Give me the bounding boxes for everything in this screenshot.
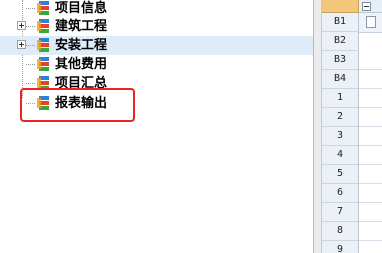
grid-cell[interactable] — [359, 146, 382, 165]
grid-cell[interactable] — [359, 184, 382, 203]
row-header[interactable]: B3 — [322, 51, 359, 70]
grid-cell[interactable] — [359, 51, 382, 70]
row-header[interactable]: 8 — [322, 222, 359, 241]
grid-cell[interactable] — [359, 89, 382, 108]
tree-branch-line — [26, 83, 35, 84]
grid-cell[interactable] — [359, 127, 382, 146]
stack-icon — [37, 19, 49, 33]
column-header-button[interactable] — [366, 16, 376, 28]
row-header[interactable]: B2 — [322, 32, 359, 51]
row-header[interactable]: 4 — [322, 146, 359, 165]
tree-branch-line — [26, 45, 35, 46]
data-grid: B1 B2 B3 B4 1 2 3 4 5 6 7 8 9 — [322, 0, 382, 253]
project-tree: 项目信息 建筑工程 安装工程 其他费用 项目汇总 报表输出 — [0, 0, 313, 253]
row-header[interactable]: 1 — [322, 89, 359, 108]
row-header[interactable]: 5 — [322, 165, 359, 184]
grid-cell[interactable] — [359, 165, 382, 184]
tree-node-installation[interactable]: 安装工程 — [0, 36, 313, 55]
tree-node-project-info[interactable]: 项目信息 — [0, 0, 313, 18]
row-header[interactable]: B4 — [322, 70, 359, 89]
row-header[interactable]: 9 — [322, 241, 359, 253]
grid-corner-cell[interactable] — [322, 0, 359, 13]
tree-node-label: 其他费用 — [55, 57, 108, 72]
grid-cell[interactable] — [359, 108, 382, 127]
stack-icon — [37, 57, 49, 71]
expand-icon[interactable] — [17, 21, 26, 30]
row-header[interactable]: 3 — [322, 127, 359, 146]
panel-splitter[interactable] — [313, 0, 322, 253]
tree-node-other-costs[interactable]: 其他费用 — [0, 55, 313, 74]
row-header[interactable]: 7 — [322, 203, 359, 222]
collapse-icon[interactable] — [362, 2, 371, 11]
grid-cell[interactable] — [359, 70, 382, 89]
tree-node-label: 建筑工程 — [55, 19, 108, 34]
tree-node-label: 项目信息 — [55, 1, 108, 16]
expand-icon[interactable] — [17, 40, 26, 49]
tree-branch-line — [26, 64, 35, 65]
highlight-annotation — [20, 88, 135, 122]
row-header[interactable]: 6 — [322, 184, 359, 203]
stack-icon — [37, 38, 49, 52]
grid-cell[interactable] — [359, 222, 382, 241]
row-header[interactable]: 2 — [322, 108, 359, 127]
stack-icon — [37, 1, 49, 15]
tree-branch-line — [26, 26, 35, 27]
grid-cell[interactable] — [359, 203, 382, 222]
tree-node-label: 安装工程 — [55, 38, 108, 53]
row-header[interactable]: B1 — [322, 13, 359, 32]
tree-node-construction[interactable]: 建筑工程 — [0, 17, 313, 36]
tree-branch-line — [26, 8, 35, 9]
grid-cell[interactable] — [359, 241, 382, 253]
